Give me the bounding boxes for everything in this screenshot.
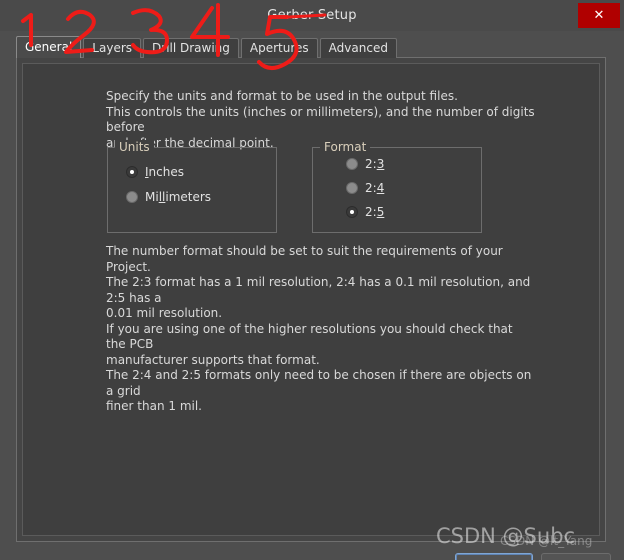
ok-button[interactable]: OK	[455, 553, 533, 560]
radio-format-2-4[interactable]: 2:4	[346, 181, 384, 195]
radio-format-2-3-label: 2:3	[365, 157, 385, 171]
tab-apertures[interactable]: Apertures	[240, 38, 318, 58]
title-bar: Gerber Setup ✕	[0, 0, 624, 31]
radio-units-millimeters[interactable]: Millimeters	[126, 190, 211, 204]
radio-format-2-4-label: 2:4	[365, 181, 385, 195]
window-title: Gerber Setup	[267, 8, 357, 23]
gerber-setup-dialog: Gerber Setup ✕ General Layers Drill Draw…	[0, 0, 624, 560]
units-group-legend: Units	[115, 140, 154, 154]
units-group-box: Units Inches Millimeters	[107, 140, 277, 233]
format-group-box: Format 2:3 2:4 2:5	[312, 140, 482, 233]
radio-units-inches[interactable]: Inches	[126, 165, 184, 179]
radio-format-2-5[interactable]: 2:5	[346, 205, 384, 219]
tab-general[interactable]: General	[16, 36, 82, 58]
radio-units-inches-label: Inches	[145, 165, 184, 179]
radio-indicator-unselected	[126, 191, 138, 203]
dialog-body: General Layers Drill Drawing Apertures A…	[0, 31, 624, 560]
format-notes-description: The number format should be set to suit …	[106, 244, 532, 413]
tab-bar: General Layers Drill Drawing Apertures A…	[16, 36, 399, 58]
radio-units-millimeters-label: Millimeters	[145, 190, 212, 204]
radio-indicator-selected	[346, 206, 358, 218]
tab-layers[interactable]: Layers	[83, 38, 142, 58]
tab-advanced[interactable]: Advanced	[319, 38, 397, 58]
radio-indicator-selected	[126, 166, 138, 178]
tab-page-general: Specify the units and format to be used …	[16, 57, 606, 542]
tab-drill-drawing[interactable]: Drill Drawing	[143, 38, 239, 58]
radio-format-2-5-label: 2:5	[365, 205, 385, 219]
format-group-legend: Format	[320, 140, 371, 154]
radio-indicator-unselected	[346, 182, 358, 194]
close-icon[interactable]: ✕	[578, 3, 620, 28]
tab-page-inner: Specify the units and format to be used …	[22, 63, 600, 536]
radio-format-2-3[interactable]: 2:3	[346, 157, 384, 171]
cancel-button[interactable]: Cancel	[541, 553, 611, 560]
radio-indicator-unselected	[346, 158, 358, 170]
